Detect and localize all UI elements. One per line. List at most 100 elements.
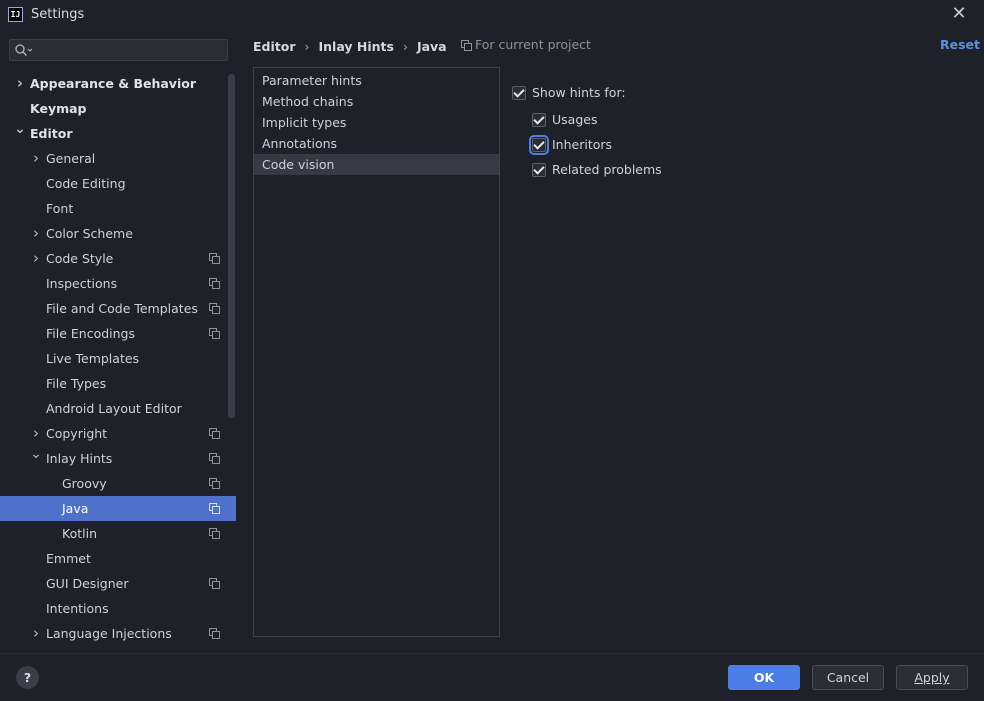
breadcrumb-separator: › (304, 38, 310, 54)
show-hints-label: Show hints for: (532, 85, 626, 100)
chevron-right-icon[interactable]: › (14, 71, 26, 96)
tree-item-label: Intentions (46, 601, 109, 616)
hint-option-checkbox[interactable] (529, 135, 549, 155)
hint-category-item[interactable]: Parameter hints (254, 70, 499, 91)
tree-item[interactable]: › Code Style (0, 246, 236, 271)
tree-item-label: File and Code Templates (46, 301, 198, 316)
project-scope-icon (209, 253, 220, 264)
hint-option-label: Usages (552, 112, 598, 127)
tree-item[interactable]: GUI Designer (0, 571, 236, 596)
hint-category-item[interactable]: Implicit types (254, 112, 499, 133)
tree-item[interactable]: File and Code Templates (0, 296, 236, 321)
close-icon[interactable]: ✕ (949, 4, 969, 24)
tree-item-label: File Encodings (46, 326, 136, 341)
hint-option-label: Inheritors (552, 137, 613, 152)
tree-item-label: General (46, 151, 96, 166)
settings-search-input[interactable] (9, 39, 228, 61)
settings-tree: › Appearance & Behavior Keymap ⌄ Editor › Gene… (0, 71, 236, 649)
tree-item[interactable]: Groovy (0, 471, 236, 496)
tree-item-label: Language Injections (46, 626, 172, 641)
tree-item-label: GUI Designer (46, 576, 129, 591)
tree-item-label: Editor (30, 126, 73, 141)
search-icon (15, 44, 33, 56)
tree-item-label: Code Editing (46, 176, 126, 191)
chevron-down-icon[interactable]: ⌄ (30, 442, 42, 467)
breadcrumb-separator: › (402, 38, 408, 54)
tree-item-label: Android Layout Editor (46, 401, 182, 416)
tree-item-label: Inlay Hints (46, 451, 113, 466)
chevron-right-icon[interactable]: › (30, 221, 42, 246)
intellij-app-icon: IJ (8, 7, 23, 22)
tree-item[interactable]: › Language Injections (0, 621, 236, 646)
project-scope-icon (209, 578, 220, 589)
tree-item[interactable]: File Types (0, 371, 236, 396)
tree-item-label: File Types (46, 376, 107, 391)
project-scope-icon (209, 278, 220, 289)
tree-item[interactable]: › Color Scheme (0, 221, 236, 246)
tree-item[interactable]: ⌄ Inlay Hints (0, 446, 236, 471)
tree-item[interactable]: Keymap (0, 96, 236, 121)
chevron-down-icon[interactable]: ⌄ (14, 117, 26, 142)
footer-divider (0, 653, 984, 654)
help-button[interactable]: ? (16, 666, 39, 689)
tree-scrollbar[interactable] (228, 74, 235, 418)
tree-item[interactable]: ⌄ Editor (0, 121, 236, 146)
tree-item[interactable]: Emmet (0, 546, 236, 571)
tree-item-label: Appearance & Behavior (30, 76, 196, 91)
tree-item-label: Java (62, 501, 89, 516)
project-scope-icon (209, 628, 220, 639)
breadcrumb: Editor › Inlay Hints › Java (253, 37, 447, 55)
hint-option-checkbox[interactable] (532, 163, 546, 177)
tree-item[interactable]: Font (0, 196, 236, 221)
breadcrumb-item[interactable]: Editor (253, 39, 296, 54)
hint-category-item[interactable]: Method chains (254, 91, 499, 112)
window-title: Settings (31, 7, 85, 22)
project-scope-icon (209, 453, 220, 464)
project-scope-icon (209, 428, 220, 439)
title-bar: IJ Settings ✕ (0, 0, 984, 31)
tree-item[interactable]: Code Editing (0, 171, 236, 196)
cancel-button[interactable]: Cancel (812, 665, 884, 690)
breadcrumb-item[interactable]: Inlay Hints (319, 39, 394, 54)
hint-category-list: Parameter hints Method chains Implicit typ… (253, 67, 500, 637)
tree-item-label: Inspections (46, 276, 118, 291)
tree-item[interactable]: Java (0, 496, 236, 521)
tree-item-label: Color Scheme (46, 226, 133, 241)
chevron-right-icon[interactable]: › (30, 146, 42, 171)
tree-item[interactable]: Android Layout Editor (0, 396, 236, 421)
breadcrumb-item[interactable]: Java (417, 39, 447, 54)
tree-item-label: Font (46, 201, 74, 216)
hint-option-checkbox[interactable] (532, 113, 546, 127)
tree-item-label: Live Templates (46, 351, 140, 366)
project-note-label: For current project (475, 37, 591, 52)
ok-button[interactable]: OK (728, 665, 800, 690)
project-scope-icon (461, 40, 472, 51)
for-current-project-note: For current project (461, 37, 591, 52)
tree-item[interactable]: › General (0, 146, 236, 171)
chevron-right-icon[interactable]: › (30, 621, 42, 646)
tree-item-label: Keymap (30, 101, 87, 116)
tree-item[interactable]: Inspections (0, 271, 236, 296)
tree-item-label: Emmet (46, 551, 91, 566)
hint-category-item[interactable]: Code vision (254, 154, 499, 175)
tree-item-label: Copyright (46, 426, 108, 441)
tree-item-label: Code Style (46, 251, 114, 266)
hint-option-label: Related problems (552, 162, 662, 177)
tree-item[interactable]: File Encodings (0, 321, 236, 346)
project-scope-icon (209, 328, 220, 339)
tree-item[interactable]: › Appearance & Behavior (0, 71, 236, 96)
project-scope-icon (209, 528, 220, 539)
chevron-right-icon[interactable]: › (30, 246, 42, 271)
tree-item-label: Kotlin (62, 526, 97, 541)
project-scope-icon (209, 503, 220, 514)
hint-category-item[interactable]: Annotations (254, 133, 499, 154)
tree-item[interactable]: Live Templates (0, 346, 236, 371)
tree-item[interactable]: Kotlin (0, 521, 236, 546)
project-scope-icon (209, 478, 220, 489)
tree-item[interactable]: Intentions (0, 596, 236, 621)
project-scope-icon (209, 303, 220, 314)
reset-link[interactable]: Reset (940, 37, 980, 52)
show-hints-checkbox[interactable] (512, 86, 526, 100)
apply-button[interactable]: Apply (896, 665, 968, 690)
tree-item-label: Groovy (62, 476, 107, 491)
